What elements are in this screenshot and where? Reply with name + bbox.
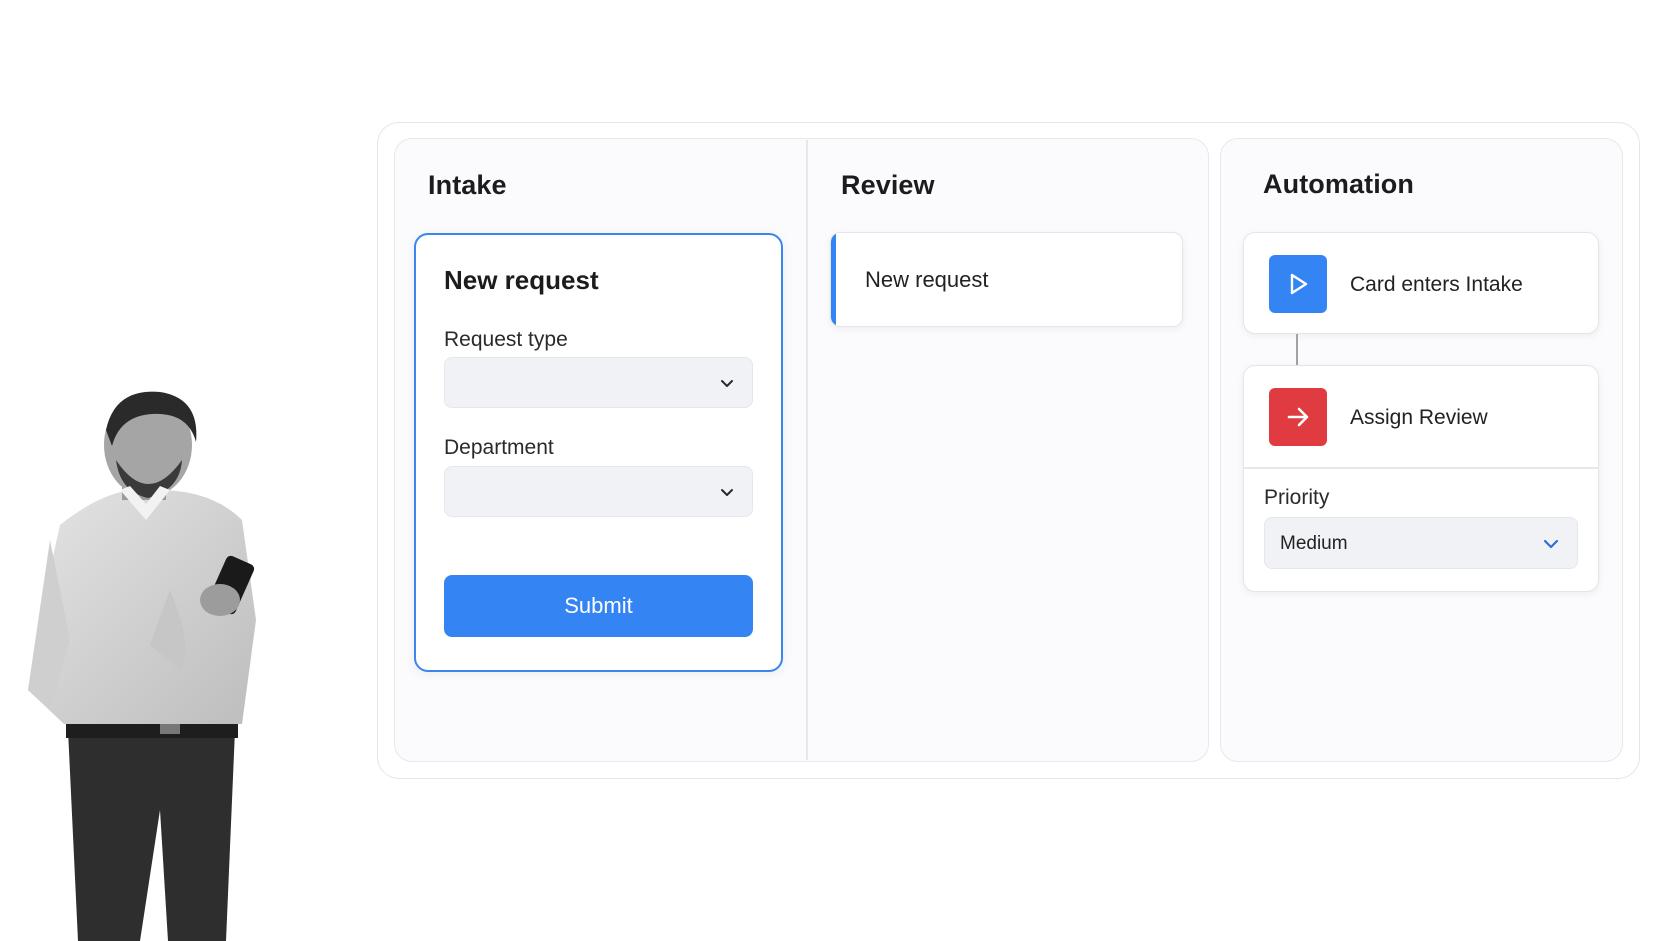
form-title: New request [444,265,599,295]
action-card-separator [1244,467,1598,469]
new-request-form: New request Request type Department Subm… [414,233,783,672]
request-type-select[interactable] [444,357,753,408]
play-icon [1290,273,1308,295]
automation-connector [1296,334,1298,365]
request-type-label: Request type [444,328,568,351]
review-column-title: Review [841,170,935,200]
chevron-down-icon [721,380,733,387]
trigger-label: Card enters Intake [1350,273,1523,296]
review-card-label: New request [865,267,989,292]
priority-label: Priority [1264,486,1330,509]
column-divider [806,140,808,760]
chevron-down-icon [721,489,733,496]
stage: Intake Review Automation New request Req… [0,0,1672,941]
chevron-down-icon [1543,539,1559,549]
card-accent-bar [831,233,836,326]
department-select[interactable] [444,466,753,517]
priority-select[interactable]: Medium [1264,517,1578,569]
priority-value: Medium [1280,533,1348,554]
review-request-card[interactable]: New request [830,232,1183,327]
arrow-right-icon [1287,407,1309,427]
automation-action-card[interactable]: Assign Review Priority Medium [1243,365,1599,592]
person-illustration [28,391,256,941]
action-label: Assign Review [1350,406,1488,429]
automation-trigger-card[interactable]: Card enters Intake [1243,232,1599,334]
intake-column-title: Intake [428,170,507,200]
submit-button[interactable]: Submit [444,575,753,637]
action-icon-box [1269,388,1327,446]
automation-column-title: Automation [1263,169,1414,199]
trigger-icon-box [1269,255,1327,313]
department-label: Department [444,436,554,459]
